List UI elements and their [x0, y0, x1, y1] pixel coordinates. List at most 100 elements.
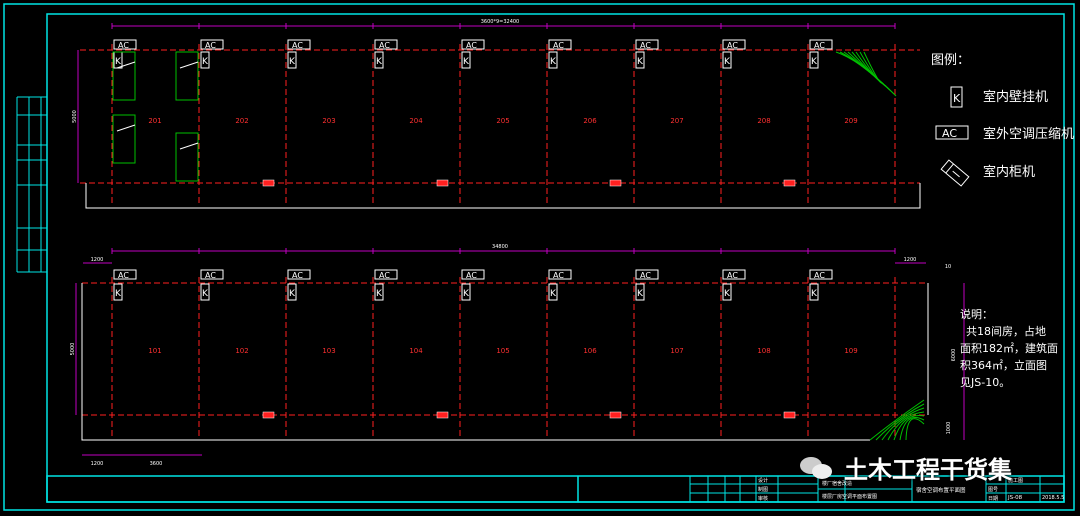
wall-unit-symbol: K — [376, 289, 383, 299]
door-marker — [783, 411, 796, 419]
vegetation-stroke — [869, 399, 925, 441]
room-number-107: 107 — [670, 347, 683, 355]
compressor-tag: AC — [553, 41, 564, 50]
compressor-tag: AC — [727, 41, 738, 50]
wall-unit-symbol: K — [115, 289, 122, 299]
room-number-209: 209 — [844, 117, 857, 125]
compressor-tag: AC — [640, 271, 651, 280]
wall-unit-symbol: K — [463, 289, 470, 299]
room-number-201: 201 — [148, 117, 161, 125]
wall-unit-symbol: K — [637, 289, 644, 299]
wall-unit-symbol: K — [202, 57, 209, 67]
compressor-tag: AC — [292, 41, 303, 50]
room-number-108: 108 — [757, 347, 770, 355]
legend-title: 图例： — [931, 53, 970, 68]
room-number-101: 101 — [148, 347, 161, 355]
notes-title: 说明： — [960, 307, 993, 321]
vegetation-stroke — [855, 51, 887, 87]
cabinet-unit-mark — [179, 142, 199, 150]
wechat-icon — [800, 455, 834, 481]
wall-unit-symbol: K — [724, 289, 731, 299]
compressor-tag: AC — [553, 271, 564, 280]
room-number-205: 205 — [496, 117, 509, 125]
dimension-text: 34800 — [492, 244, 508, 250]
compressor-tag: AC — [640, 41, 651, 50]
wall-unit-symbol: K — [811, 57, 818, 67]
legend-symbol-k: K — [953, 92, 961, 105]
outdoor-compressor-icon: AC — [935, 125, 969, 140]
dimension-text: 3600*9=32400 — [481, 19, 520, 25]
wall-unit-icon: K — [950, 86, 963, 108]
left-binding-strip — [16, 96, 47, 273]
compressor-tag: AC — [118, 41, 129, 50]
upper-floor-plan: 3600*9=32400 AC K 201 AC K 202 AC K 203 AC K 204 AC K 2… — [72, 19, 921, 209]
vegetation-stroke — [875, 403, 925, 441]
lower-floor-plan: 34800 AC K 101 AC K 102 AC K 103 AC K 104 AC K 105 AC K 10… — [70, 244, 965, 467]
wall-unit-symbol: K — [289, 289, 296, 299]
wall-unit-symbol: K — [724, 57, 731, 67]
legend-label-cabinet: 室内柜机 — [983, 164, 1035, 180]
legend: 图例： K 室内壁挂机 AC 室外空调压缩机 室内柜机 — [931, 53, 1074, 187]
watermark-text: 土木工程干货集 — [844, 456, 1012, 484]
tb-drawing-name: 楼层厂房空调平面布置图 — [822, 493, 877, 500]
compressor-tag: AC — [466, 41, 477, 50]
tb-date-label: 日期 — [988, 496, 998, 502]
legend-label-compressor: 室外空调压缩机 — [983, 126, 1074, 142]
compressor-tag: AC — [379, 271, 390, 280]
dimension-text-bottom-bay: 3600 — [150, 461, 163, 467]
tb-cell-design: 设计 — [758, 477, 768, 484]
dimension-text-left: 5000 — [72, 110, 78, 123]
legend-label-wall-unit: 室内壁挂机 — [983, 89, 1048, 105]
room-number-202: 202 — [235, 117, 248, 125]
wall-unit-symbol: K — [550, 289, 557, 299]
tb-cell-draw: 制图 — [758, 486, 768, 493]
tb-title: 宿舍空调布置平面图 — [916, 486, 966, 494]
room-number-104: 104 — [409, 347, 423, 355]
dimension-text-right-small: 1000 — [946, 422, 952, 435]
door-marker — [609, 411, 622, 419]
door-marker — [262, 179, 275, 187]
dimension-text-left: 5000 — [70, 343, 76, 356]
wall-unit-symbol: K — [811, 289, 818, 299]
compressor-tag: AC — [205, 41, 216, 50]
wall-unit-symbol: K — [637, 57, 644, 67]
design-notes: 说明： 共18间房，占地 面积182㎡，建筑面 积364㎡，立面图 见JS-10… — [960, 307, 1058, 389]
notes-line-2: 面积182㎡，建筑面 — [960, 341, 1058, 355]
room-number-203: 203 — [322, 117, 335, 125]
wall-unit-symbol: K — [463, 57, 470, 67]
room-number-105: 105 — [496, 347, 509, 355]
compressor-tag: AC — [727, 271, 738, 280]
compressor-tag: AC — [814, 41, 825, 50]
room-number-208: 208 — [757, 117, 770, 125]
door-marker — [436, 179, 449, 187]
notes-line-1: 共18间房，占地 — [966, 324, 1046, 338]
watermark: 土木工程干货集 — [800, 450, 1012, 485]
dimension-text-bottom-left: 1200 — [91, 461, 104, 467]
compressor-tag: AC — [205, 271, 216, 280]
tb-sheet: JS-08 — [1007, 495, 1023, 501]
legend-symbol-ac: AC — [942, 127, 957, 140]
compressor-tag: AC — [814, 271, 825, 280]
compressor-tag: AC — [292, 271, 303, 280]
wall-unit-symbol: K — [289, 57, 296, 67]
cabinet-unit-box — [175, 51, 199, 101]
door-marker — [436, 411, 449, 419]
wall-unit-symbol: K — [202, 289, 209, 299]
wall-outline — [85, 183, 921, 209]
compressor-tag: AC — [466, 271, 477, 280]
vegetation-stroke — [905, 418, 925, 441]
vegetation-stroke — [835, 51, 897, 97]
compressor-tag: AC — [379, 41, 390, 50]
wall-unit-symbol: K — [376, 57, 383, 67]
wall-unit-symbol: K — [550, 57, 557, 67]
cabinet-unit-mark — [179, 61, 199, 69]
room-number-103: 103 — [322, 347, 335, 355]
wall-unit-symbol: K — [115, 57, 122, 67]
door-marker — [609, 179, 622, 187]
tb-date: 2018.5.5 — [1042, 495, 1064, 501]
notes-line-3: 积364㎡，立面图 — [960, 358, 1047, 372]
cad-drawing: 3600*9=32400 AC K 201 AC K 202 AC K 203 AC K 204 AC K 2… — [3, 3, 1075, 511]
room-number-204: 204 — [409, 117, 423, 125]
door-marker — [783, 179, 796, 187]
vegetation-hatch — [869, 399, 925, 441]
